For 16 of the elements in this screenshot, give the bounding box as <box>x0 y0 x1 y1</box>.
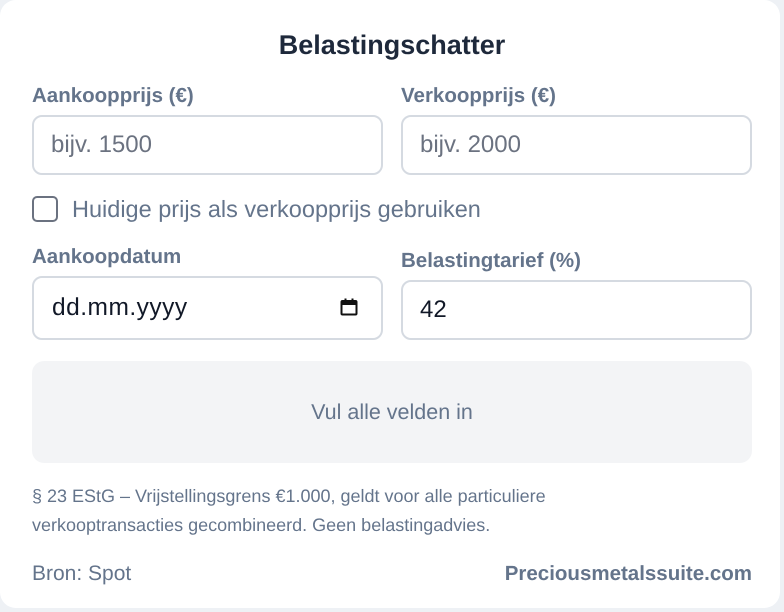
field-label: Belastingtarief (%) <box>401 249 581 273</box>
number-field[interactable]: bijv. 2000 <box>401 115 752 175</box>
checkbox-label[interactable]: Huidige prijs als verkoopprijs gebruiken <box>72 195 481 223</box>
date-field[interactable]: dd.mm.yyyy <box>32 276 383 340</box>
brand-text: Preciousmetalssuite.com <box>504 561 752 587</box>
calendar-icon[interactable] <box>339 297 359 317</box>
disclaimer-text: § 23 EStG – Vrijstellingsgrens €1.000, geldt voor alle particuliere verkooptransacties gecombineerd. Geen belastingadvies. <box>32 485 547 537</box>
field-label: Verkoopprijs (€) <box>401 84 556 108</box>
field-label: Aankoopprijs (€) <box>32 84 194 108</box>
number-field[interactable]: 42 <box>401 280 752 340</box>
calculator-title: Belastingschatter <box>278 29 506 62</box>
field-label: Aankoopdatum <box>32 245 182 269</box>
result-message: Vul alle velden in <box>311 400 473 424</box>
source-text: Bron: Spot <box>32 561 132 587</box>
checkbox[interactable] <box>32 196 58 222</box>
number-field[interactable]: bijv. 1500 <box>32 115 383 175</box>
